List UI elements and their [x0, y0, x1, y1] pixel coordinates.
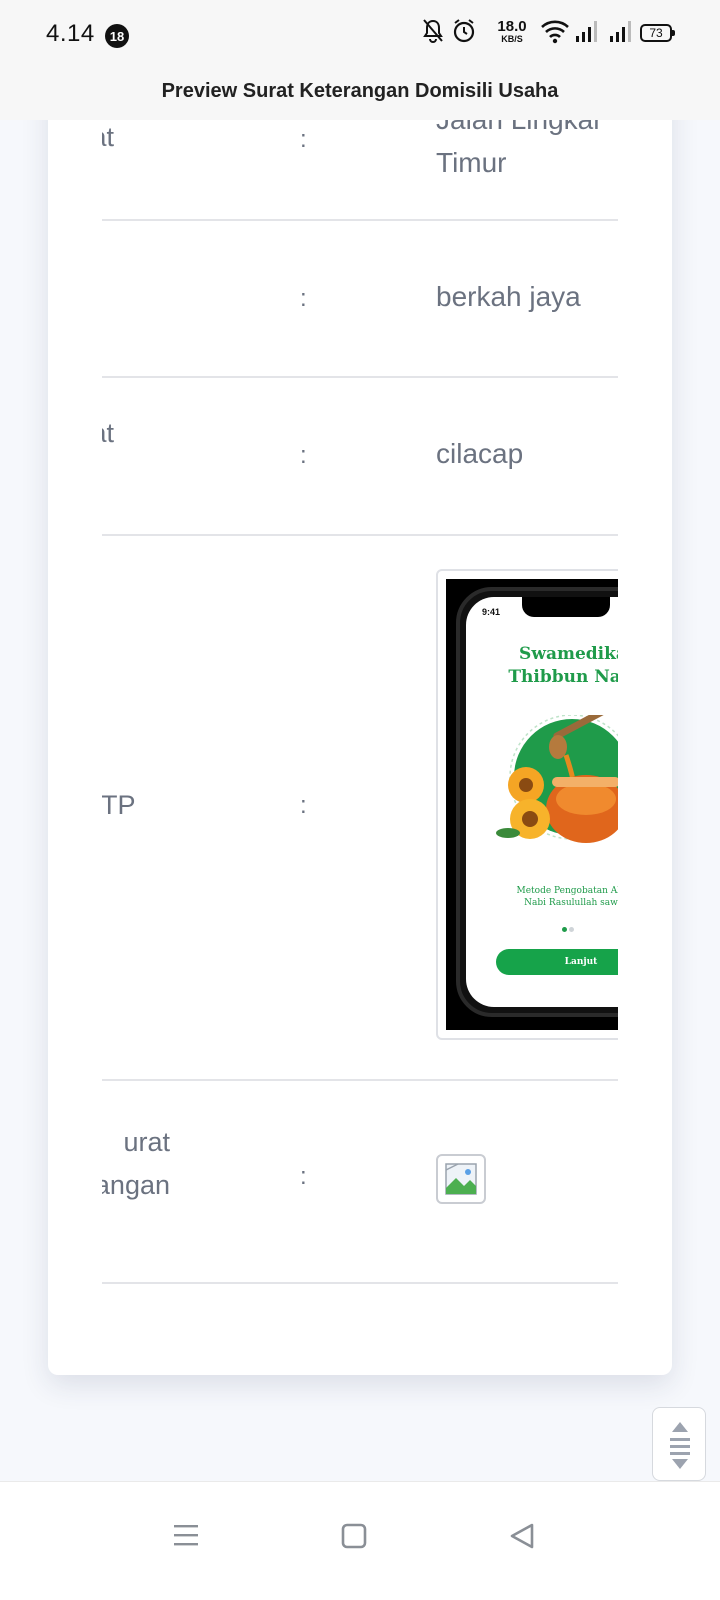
row-label-line: V — [102, 1207, 170, 1250]
pager-dots — [562, 919, 576, 937]
row-separator: : — [300, 285, 307, 312]
home-square-icon[interactable] — [340, 1522, 368, 1550]
alarm-icon — [453, 19, 475, 43]
pager-dot — [569, 927, 574, 932]
table-row: urat angan V : — [102, 1081, 618, 1284]
row-label: TP — [102, 790, 136, 820]
app-title-line: Swamedikasi — [519, 644, 618, 664]
ktp-image[interactable]: 9:41 Swamedikasi Thibbun Nabav — [436, 569, 618, 1040]
detail-table: at : Jalan Lingkar Timur : berkah jaya a… — [102, 0, 618, 1450]
phone-notch — [522, 597, 610, 617]
phone-time: 9:41 — [482, 607, 501, 617]
row-separator: : — [300, 442, 307, 469]
table-row: : berkah jaya — [102, 221, 618, 378]
table-row: TP : 9:41 Swamedikasi Thibbun Nabav — [102, 536, 618, 1081]
wifi-icon — [541, 20, 569, 44]
row-label: at — [102, 122, 114, 152]
menu-icon[interactable] — [172, 1522, 200, 1548]
row-separator: : — [300, 792, 307, 819]
signal-icon — [610, 21, 631, 42]
broken-image-icon[interactable] — [436, 1154, 486, 1204]
status-time: 4.14 — [46, 20, 95, 47]
honey-illustration-icon — [496, 715, 618, 843]
status-bar: 4.14 18 18.0 KB/S 73 — [0, 0, 720, 62]
row-label: urat angan V — [102, 1121, 170, 1250]
scroll-arrows-icon — [670, 1422, 690, 1469]
notification-count-badge: 18 — [105, 24, 129, 48]
row-value: berkah jaya — [436, 281, 581, 312]
mute-bell-icon — [423, 19, 443, 43]
app-title-line: Thibbun Nabav — [508, 667, 618, 687]
signal-icon — [576, 21, 597, 42]
app-next-button: Lanjut — [496, 949, 618, 975]
app-subtitle: Metode Pengobatan Ala Nabi Rasulullah sa… — [496, 885, 619, 909]
phone-screen: 9:41 Swamedikasi Thibbun Nabav — [466, 597, 618, 1007]
row-label-line: urat — [123, 1127, 170, 1157]
app-subtitle-line: Nabi Rasulullah saw — [524, 898, 618, 908]
row-separator: : — [300, 1163, 307, 1190]
table-row: at : cilacap — [102, 378, 618, 536]
system-nav-bar — [0, 1481, 720, 1600]
scroll-to-top-button[interactable] — [652, 1407, 706, 1481]
pager-dot-active — [562, 927, 567, 932]
app-subtitle-line: Metode Pengobatan Ala — [516, 886, 619, 896]
phone-mockup: 9:41 Swamedikasi Thibbun Nabav — [456, 587, 618, 1017]
back-triangle-icon[interactable] — [508, 1522, 536, 1550]
app-header: Preview Surat Keterangan Domisili Usaha — [0, 62, 720, 120]
battery-icon: 73 — [640, 24, 675, 42]
row-value: cilacap — [436, 438, 524, 469]
page-title: Preview Surat Keterangan Domisili Usaha — [161, 79, 559, 102]
row-separator: : — [300, 126, 307, 153]
broken-image-glyph-icon — [445, 1163, 477, 1195]
row-label-line: angan — [102, 1170, 170, 1200]
network-speed: 18.0 KB/S — [492, 19, 532, 45]
row-label: at — [102, 418, 114, 448]
image-canvas: 9:41 Swamedikasi Thibbun Nabav — [446, 579, 618, 1030]
app-title: Swamedikasi Thibbun Nabav — [486, 643, 618, 689]
status-icons: 18.0 KB/S 73 — [422, 18, 675, 48]
row-value-line: Timur — [436, 147, 507, 178]
